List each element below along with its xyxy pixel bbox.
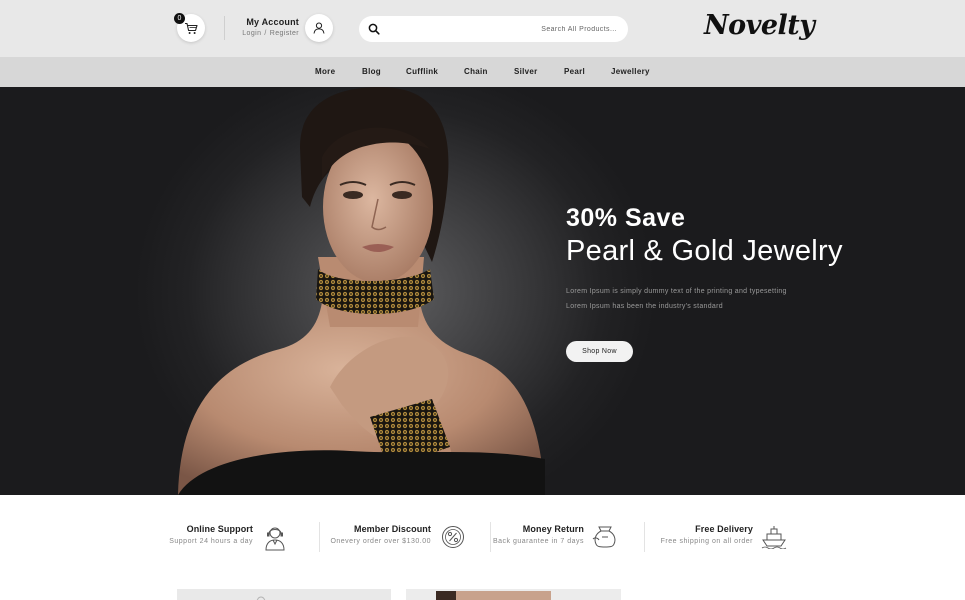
feature-text: Free Delivery Free shipping on all order <box>661 524 753 545</box>
nav-item-cufflink[interactable]: Cufflink <box>406 67 438 76</box>
discount-icon <box>442 526 464 548</box>
nav-item-silver[interactable]: Silver <box>514 67 538 76</box>
search-bar <box>359 16 628 42</box>
link-separator: / <box>264 30 267 37</box>
features-bar: Online Support Support 24 hours a day Me… <box>0 495 965 575</box>
main-nav: More Blog Cufflink Chain Silver Pearl Je… <box>0 57 965 87</box>
feature-text: Money Return Back guarantee in 7 days <box>493 524 584 545</box>
feature-title: Free Delivery <box>695 524 753 534</box>
account-block: My Account Login / Register <box>235 17 299 37</box>
register-link[interactable]: Register <box>270 30 299 37</box>
feature-divider <box>319 522 320 552</box>
user-icon <box>313 22 325 34</box>
support-icon <box>265 527 285 551</box>
login-link[interactable]: Login <box>242 30 261 37</box>
hero-description-line-1: Lorem Ipsum is simply dummy text of the … <box>566 288 787 295</box>
feature-online-support: Online Support Support 24 hours a day <box>150 524 295 554</box>
hero-description-line-2: Lorem Ipsum has been the industry's stan… <box>566 303 723 310</box>
feature-free-delivery: Free Delivery Free shipping on all order <box>650 524 795 554</box>
shop-now-button[interactable]: Shop Now <box>566 341 633 362</box>
cart-button[interactable]: 0 <box>174 13 205 42</box>
feature-title: Money Return <box>522 524 584 534</box>
cart-icon <box>185 22 198 34</box>
nav-item-jewellery[interactable]: Jewellery <box>611 67 650 76</box>
feature-money-return: Money Return Back guarantee in 7 days <box>480 524 626 554</box>
product-image <box>436 591 551 600</box>
account-button[interactable] <box>305 14 333 42</box>
feature-text: Member Discount Onevery order over $130.… <box>330 524 431 545</box>
site-logo[interactable]: Novelty <box>704 10 815 41</box>
hero-banner: 30% Save Pearl & Gold Jewelry Lorem Ipsu… <box>0 87 965 495</box>
feature-divider <box>644 522 645 552</box>
nav-item-more[interactable]: More <box>315 67 335 76</box>
product-card[interactable] <box>406 589 621 600</box>
product-image <box>256 596 266 600</box>
hero-title: Pearl & Gold Jewelry <box>566 235 843 267</box>
hero-save-text: 30% Save <box>566 204 686 232</box>
feature-subtitle: Free shipping on all order <box>660 538 753 545</box>
feature-subtitle: Support 24 hours a day <box>169 538 253 545</box>
nav-item-pearl[interactable]: Pearl <box>564 67 585 76</box>
account-links: Login / Register <box>235 30 299 37</box>
header-divider <box>224 16 225 40</box>
feature-subtitle: Onevery order over $130.00 <box>330 538 431 545</box>
feature-title: Online Support <box>186 524 253 534</box>
feature-text: Online Support Support 24 hours a day <box>169 524 253 545</box>
search-icon[interactable] <box>368 23 380 35</box>
nav-item-blog[interactable]: Blog <box>362 67 381 76</box>
site-header: 0 My Account Login/Register Novelty <box>0 0 965 57</box>
product-card[interactable] <box>177 589 391 600</box>
hero-copy: 30% Save Pearl & Gold Jewelry Lorem Ipsu… <box>566 204 946 314</box>
feature-subtitle: Back guarantee in 7 days <box>493 538 584 545</box>
money-bag-icon <box>592 526 616 548</box>
search-input[interactable] <box>389 16 617 42</box>
feature-member-discount: Member Discount Onevery order over $130.… <box>330 524 473 554</box>
hero-description: Lorem Ipsum is simply dummy text of the … <box>566 284 946 314</box>
account-title[interactable]: My Account <box>235 17 299 27</box>
nav-item-chain[interactable]: Chain <box>464 67 488 76</box>
ship-icon <box>761 526 787 549</box>
cart-count-badge: 0 <box>174 13 185 24</box>
feature-title: Member Discount <box>353 524 431 534</box>
